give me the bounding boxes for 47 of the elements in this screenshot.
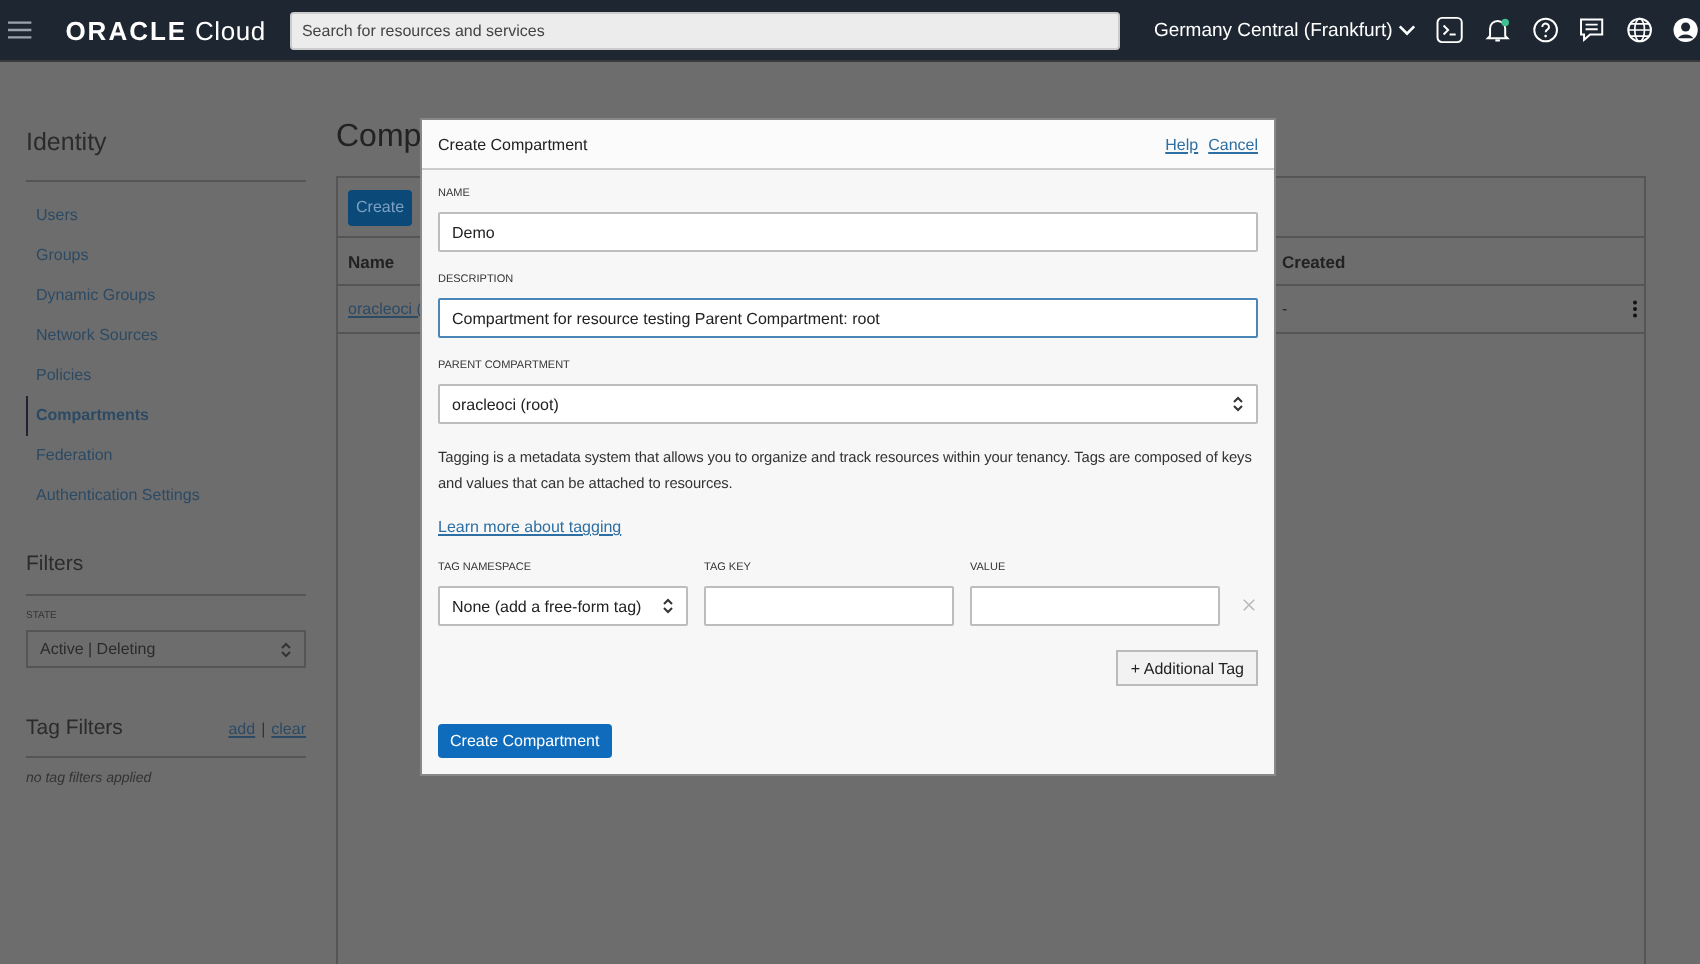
column-header: Created — [1282, 251, 1346, 271]
create-compartment-button[interactable]: Create Compartment — [438, 724, 612, 758]
name-field[interactable]: Demo — [438, 212, 1258, 252]
up-down-arrows-icon — [1232, 394, 1244, 414]
filters-title: Filters — [26, 552, 86, 576]
terminal-icon[interactable] — [1436, 16, 1464, 44]
add-link[interactable]: add — [228, 720, 256, 738]
parent-compartment-select[interactable]: oracleoci (root) — [438, 384, 1258, 424]
up-down-arrows-icon — [280, 639, 292, 659]
more-icon[interactable] — [1632, 300, 1638, 318]
nav-link[interactable]: Network Sources — [26, 316, 306, 356]
logo[interactable]: ORACLE Cloud — [65, 15, 266, 45]
cancel-link[interactable]: Cancel — [1208, 135, 1258, 153]
separator: | — [261, 720, 266, 738]
nav-link[interactable]: Policies — [26, 356, 306, 396]
state-select[interactable]: Active | Deleting — [26, 630, 306, 668]
search-field[interactable]: Search for resources and services — [289, 11, 1120, 49]
nav-link[interactable]: Groups — [26, 236, 306, 276]
chat-icon[interactable] — [1578, 16, 1606, 44]
column-header: Name — [348, 251, 395, 271]
nav-link[interactable]: Federation — [26, 436, 306, 476]
additional-tag-button[interactable]: + Additional Tag — [1116, 650, 1258, 686]
bell-icon[interactable] — [1483, 16, 1511, 44]
tag-filters-title: Tag Filters — [26, 716, 123, 740]
dialog-title: Create Compartment — [438, 135, 590, 153]
nav-link[interactable]: Compartments — [26, 396, 306, 436]
description-field[interactable]: Compartment for resource testing Parent Compartment: root — [438, 298, 1258, 338]
table-cell: - — [1282, 300, 1288, 318]
section-title: Identity — [26, 128, 109, 156]
tag-namespace-select[interactable]: None (add a free-form tag) — [438, 586, 688, 626]
globe-icon[interactable] — [1625, 16, 1653, 44]
help-link[interactable]: Help — [1165, 135, 1199, 153]
up-down-arrows-icon — [662, 596, 674, 616]
create-button[interactable]: Create — [348, 189, 413, 225]
page-title: Comp — [336, 118, 422, 158]
menu-icon[interactable] — [8, 20, 32, 40]
clear-link[interactable]: clear — [271, 720, 306, 738]
user-icon[interactable] — [1672, 16, 1700, 44]
tag-value-field[interactable] — [970, 586, 1220, 626]
nav-link[interactable]: Dynamic Groups — [26, 276, 306, 316]
nav-link[interactable]: Authentication Settings — [26, 476, 306, 516]
learn-more-link[interactable]: Learn more about tagging — [438, 518, 622, 536]
help-icon[interactable] — [1531, 16, 1559, 44]
tag-key-field[interactable] — [704, 586, 954, 626]
nav-link[interactable]: Users — [26, 196, 306, 236]
chevron-down-icon — [1398, 24, 1417, 36]
region-selector[interactable]: Germany Central (Frankfurt) — [1153, 19, 1417, 41]
